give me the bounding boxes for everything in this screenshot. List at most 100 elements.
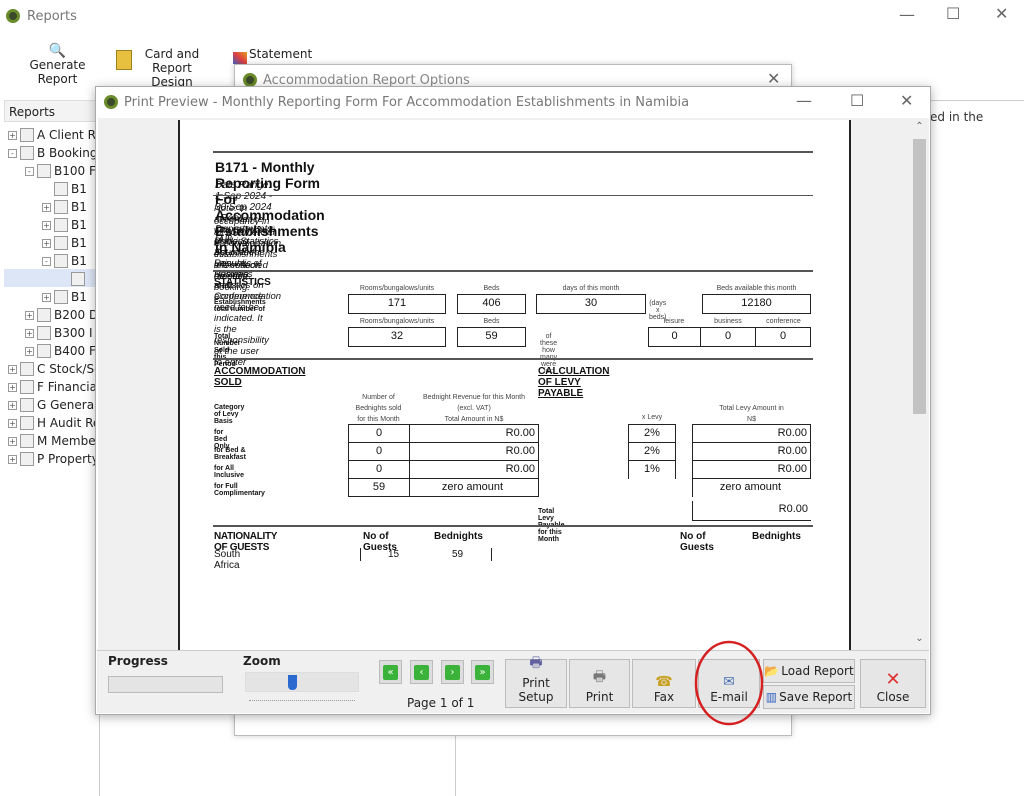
generate-report-button[interactable]: 🔍 Generate Report [10,44,105,86]
close-window-button[interactable]: ✕ [995,4,1008,23]
scrollbar-thumb[interactable] [913,139,926,414]
tree-item[interactable]: + P Property [8,450,99,468]
sold-rooms-value: 32 [348,327,446,347]
save-report-button[interactable]: ▥ Save Report [763,685,855,709]
expand-icon[interactable]: + [8,382,17,392]
tree-item[interactable]: + B1 [42,216,87,234]
tree-item[interactable]: + G General [8,396,97,414]
close-button[interactable]: ✕ Close [860,659,926,708]
tree-item[interactable]: + B200 D [25,306,98,324]
tree-item-label: B1 [71,218,87,232]
expand-icon[interactable]: + [25,310,34,320]
print-setup-button[interactable]: 🖶 Print Setup [505,655,567,708]
scroll-up-icon[interactable]: ⌃ [911,121,928,132]
category-label: Category of Levy Basis [214,404,245,425]
expand-icon[interactable]: + [8,130,17,140]
scroll-down-icon[interactable]: ⌄ [911,633,928,644]
tree-item[interactable]: + B300 I [25,324,93,342]
tree-item[interactable]: + M Member [8,432,101,450]
levy-row-bednights: 0 [348,442,410,461]
levy-row-total: R0.00 [692,460,811,479]
total-levy-value: R0.00 [692,501,811,521]
levy-row-label: for All Inclusive [214,465,244,479]
print-setup-icon: 🖶 [529,655,543,671]
report-icon [54,290,68,304]
expand-icon[interactable]: + [42,238,51,248]
levy-row-bednights: 0 [348,460,410,479]
card-report-design-button[interactable]: Card and Report Design [134,47,210,89]
first-page-button[interactable]: « [379,660,402,684]
tree-item[interactable]: + B1 [42,198,87,216]
maximize-button[interactable]: ☐ [946,4,960,23]
load-report-button[interactable]: 📂 Load Report [763,659,855,683]
expand-icon[interactable]: + [25,328,34,338]
bednights-header: Number of Bednights sold for this Month [355,394,402,423]
report-icon [54,236,68,250]
fax-button[interactable]: ☎ Fax [632,659,696,708]
report-icon [20,416,34,430]
tree-item[interactable]: + B1 [42,234,87,252]
expand-icon[interactable]: + [8,418,17,428]
minimize-button[interactable]: — [899,5,915,24]
zoom-slider-thumb[interactable] [288,675,297,690]
report-icon [71,272,85,286]
days-header: days of this month [562,285,620,292]
reports-panel-header: Reports [4,100,100,122]
progress-bar [108,676,223,693]
tree-item[interactable] [59,270,88,288]
tree-item[interactable]: - B100 F [25,162,96,180]
print-setup-label: Print Setup [518,676,554,704]
dialog-logo-icon [243,73,257,87]
expand-icon[interactable]: + [8,436,17,446]
vertical-scrollbar[interactable]: ⌃ ⌄ [911,121,928,649]
days-value: 30 [536,294,646,314]
preview-close-button[interactable]: ✕ [900,91,913,110]
tree-item[interactable]: + C Stock/Se [8,360,101,378]
sold-label: Total Number Sold this Period [214,333,241,368]
nationality-bednights: 59 [452,549,464,560]
tree-item[interactable]: + B1 [42,288,87,306]
levy-row-total: R0.00 [692,424,811,443]
levy-row-bednights: 59 [348,478,410,497]
tree-item-label: B Booking [37,146,98,160]
collapse-icon[interactable]: - [25,166,34,176]
preview-minimize-button[interactable]: — [796,91,812,110]
collapse-icon[interactable]: - [42,256,51,266]
tree-item[interactable]: + H Audit Re [8,414,100,432]
expand-icon[interactable]: + [42,220,51,230]
tree-item[interactable]: - B Booking [8,144,97,162]
expand-icon[interactable]: + [8,454,17,464]
next-page-button[interactable]: › [441,660,464,684]
tree-item-label: F Financia [37,380,97,394]
beds-available-value: 12180 [702,294,811,314]
last-page-button[interactable]: » [471,660,494,684]
tree-item[interactable]: B1 [42,180,87,198]
statement-button[interactable]: Statement [249,47,312,61]
tree-item-label: B100 F [54,164,96,178]
collapse-icon[interactable]: - [8,148,17,158]
nat-bednights-header-2: Bednights [752,531,801,542]
tree-item-label: B1 [71,182,87,196]
zoom-slider[interactable] [245,672,359,701]
fax-icon: ☎ [655,674,673,690]
report-icon [37,164,51,178]
expand-icon[interactable]: + [8,364,17,374]
report-icon [54,218,68,232]
previous-page-button[interactable]: ‹ [410,660,433,684]
tree-item[interactable]: + F Financia [8,378,97,396]
tree-item[interactable]: - B1 [42,252,87,270]
beds-header-2: Beds [483,318,500,325]
tree-item[interactable]: + B400 F [25,342,96,360]
expand-icon[interactable]: + [8,400,17,410]
expand-icon[interactable]: + [42,202,51,212]
tree-item[interactable]: + A Client Re [8,126,103,144]
first-page-icon: « [383,664,398,680]
app-title: Reports [27,9,77,24]
expand-icon[interactable]: + [42,292,51,302]
fax-label: Fax [653,690,675,704]
load-report-label: Load Report [781,664,854,678]
beds-header: Beds [483,285,500,292]
print-button[interactable]: 🖶 Print [569,659,630,708]
preview-maximize-button[interactable]: ☐ [850,91,864,110]
expand-icon[interactable]: + [25,346,34,356]
